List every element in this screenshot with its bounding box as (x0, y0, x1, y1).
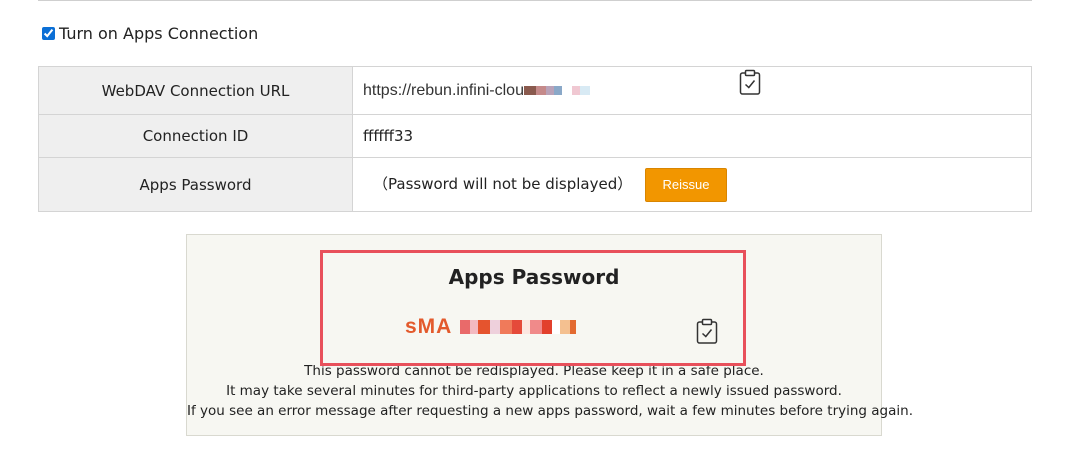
redacted-url-tail (523, 86, 590, 95)
table-row: Connection ID ffffff33 (38, 114, 1032, 158)
webdav-url-value: https://rebun.infini-clou (363, 81, 524, 99)
copy-url-clipboard-icon[interactable] (738, 68, 762, 96)
password-notes: This password cannot be redisplayed. Ple… (187, 361, 913, 421)
top-divider (38, 0, 1032, 1)
note-line: It may take several minutes for third-pa… (226, 383, 842, 399)
connection-id-value: ffffff33 (352, 114, 1032, 158)
apps-password-key: Apps Password (38, 157, 353, 212)
apps-connection-checkbox[interactable] (42, 26, 55, 40)
password-highlight-box (320, 250, 746, 366)
apps-connection-label[interactable]: Turn on Apps Connection (59, 24, 258, 43)
connection-table: WebDAV Connection URL https://rebun.infi… (38, 66, 1032, 212)
password-hidden-note: （Password will not be displayed） (373, 175, 633, 193)
table-row: WebDAV Connection URL https://rebun.infi… (38, 66, 1032, 115)
note-line: If you see an error message after reques… (187, 403, 913, 419)
webdav-url-cell: https://rebun.infini-clou (352, 66, 1032, 115)
apps-connection-toggle[interactable]: Turn on Apps Connection (42, 22, 258, 44)
apps-password-cell: （Password will not be displayed） Reissue (352, 157, 1032, 212)
webdav-url-key: WebDAV Connection URL (38, 66, 353, 115)
reissue-button[interactable]: Reissue (645, 167, 728, 202)
connection-id-key: Connection ID (38, 114, 353, 158)
table-row: Apps Password （Password will not be disp… (38, 157, 1032, 212)
